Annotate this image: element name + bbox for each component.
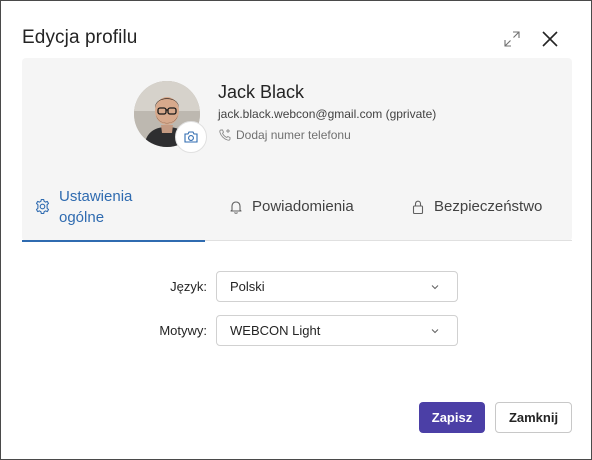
- tab-notifications-label: Powiadomienia: [252, 198, 354, 215]
- tab-notifications[interactable]: Powiadomienia: [228, 172, 354, 241]
- language-value: Polski: [230, 279, 265, 294]
- language-label: Język:: [170, 279, 207, 294]
- bell-icon: [230, 200, 242, 214]
- save-button[interactable]: Zapisz: [419, 402, 485, 433]
- user-email: jack.black.webcon@gmail.com (gprivate): [218, 107, 437, 121]
- theme-label: Motywy:: [159, 323, 207, 338]
- language-select[interactable]: Polski: [216, 271, 458, 302]
- chevron-down-icon: [431, 285, 439, 290]
- tab-general-settings[interactable]: Ustawienia ogólne: [22, 172, 205, 242]
- change-photo-button[interactable]: [175, 121, 207, 153]
- add-phone-link[interactable]: Dodaj numer telefonu: [218, 128, 351, 142]
- theme-select[interactable]: WEBCON Light: [216, 315, 458, 346]
- close-icon: [542, 31, 558, 47]
- tab-bar: Ustawienia ogólne Powiadomienia Bezpiecz…: [22, 172, 572, 242]
- profile-edit-dialog: Edycja profilu Jack Black jack.black.web…: [0, 0, 592, 460]
- close-dialog-button[interactable]: [538, 27, 562, 51]
- chevron-down-icon: [431, 329, 439, 334]
- tab-general-label: Ustawienia ogólne: [59, 187, 133, 226]
- expand-button[interactable]: [500, 27, 524, 51]
- tab-security[interactable]: Bezpieczeństwo: [410, 172, 542, 241]
- close-button[interactable]: Zamknij: [495, 402, 572, 433]
- lock-icon: [412, 200, 424, 214]
- phone-add-icon: [219, 129, 231, 141]
- add-phone-label: Dodaj numer telefonu: [236, 128, 351, 142]
- camera-icon: [184, 131, 198, 143]
- gear-icon: [35, 198, 50, 215]
- dialog-title: Edycja profilu: [22, 27, 138, 48]
- profile-header: Jack Black jack.black.webcon@gmail.com (…: [22, 58, 572, 242]
- theme-value: WEBCON Light: [230, 323, 321, 338]
- expand-icon: [504, 31, 520, 47]
- tab-security-label: Bezpieczeństwo: [434, 198, 543, 215]
- user-name: Jack Black: [218, 82, 305, 102]
